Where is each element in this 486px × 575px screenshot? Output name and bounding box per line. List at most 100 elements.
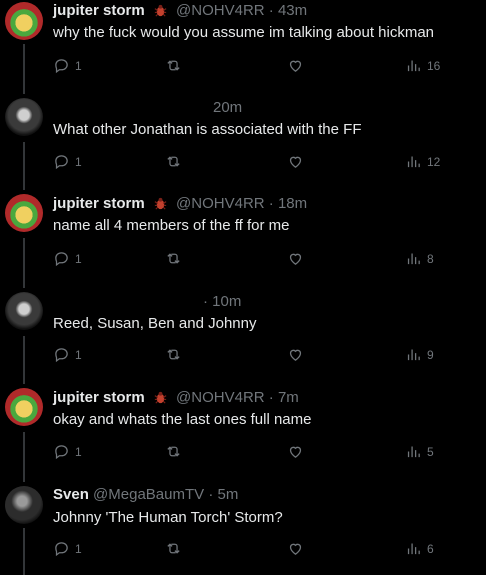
avatar[interactable] <box>5 2 43 40</box>
tweet-text: What other Jonathan is associated with t… <box>53 121 362 138</box>
retweet-icon <box>167 543 180 554</box>
display-name[interactable]: Sven <box>53 486 89 503</box>
views-button[interactable]: 9 <box>405 346 434 363</box>
retweet-icon <box>167 253 180 264</box>
reply-button[interactable]: 1 <box>53 346 82 363</box>
reply-button[interactable]: 1 <box>53 57 82 74</box>
reply-icon <box>55 155 68 170</box>
views-count: 12 <box>427 154 441 169</box>
reply-icon <box>55 542 68 557</box>
tweet-header: jupiter storm @NOHV4RR · 18m <box>53 195 307 216</box>
tweet-header: jupiter storm @NOHV4RR · 43m <box>53 2 307 23</box>
reply-button[interactable]: 1 <box>53 443 82 460</box>
action-bar: 1 12 <box>53 153 453 171</box>
separator-dot: · <box>203 293 208 310</box>
action-bar: 1 8 <box>53 250 453 268</box>
separator-dot: · <box>268 389 274 406</box>
reply-count: 1 <box>75 154 82 169</box>
reply-icon <box>55 252 68 267</box>
retweet-button[interactable] <box>165 443 182 460</box>
tweet-text: Reed, Susan, Ben and Johnny <box>53 315 257 332</box>
like-button[interactable] <box>287 443 304 460</box>
separator-dot: · <box>268 2 274 19</box>
reply-icon <box>55 348 68 363</box>
views-button[interactable]: 16 <box>405 57 440 74</box>
views-count: 16 <box>427 58 441 73</box>
views-count: 9 <box>427 347 434 362</box>
display-name[interactable]: jupiter storm <box>53 195 145 212</box>
retweet-icon <box>167 349 180 360</box>
avatar[interactable] <box>5 388 43 426</box>
handle[interactable]: @NOHV4RR <box>176 389 265 406</box>
separator-dot: · <box>208 486 214 503</box>
retweet-button[interactable] <box>165 153 182 170</box>
reply-count: 1 <box>75 251 82 266</box>
timestamp[interactable]: 20m <box>213 99 242 117</box>
handle[interactable]: @NOHV4RR <box>176 195 265 212</box>
views-button[interactable]: 6 <box>405 540 434 557</box>
display-name[interactable]: jupiter storm <box>53 2 145 19</box>
avatar[interactable] <box>5 292 43 330</box>
reply-icon <box>55 59 68 74</box>
bug-emoji-icon <box>153 3 168 23</box>
display-name[interactable]: jupiter storm <box>53 389 145 406</box>
avatar[interactable] <box>5 98 43 136</box>
retweet-button[interactable] <box>165 540 182 557</box>
tweet[interactable]: · 10m Reed, Susan, Ben and Johnny 1 9 <box>0 288 486 384</box>
views-chart-icon <box>407 543 420 555</box>
tweet[interactable]: 20m What other Jonathan is associated wi… <box>0 96 486 192</box>
views-button[interactable]: 8 <box>405 250 434 267</box>
reply-button[interactable]: 1 <box>53 250 82 267</box>
retweet-icon <box>167 446 180 457</box>
views-button[interactable]: 5 <box>405 443 434 460</box>
timestamp[interactable]: 43m <box>278 2 307 19</box>
tweet[interactable]: jupiter storm @NOHV4RR · 43m why the fuc… <box>0 0 486 96</box>
heart-icon <box>289 349 302 361</box>
reply-count: 1 <box>75 541 82 556</box>
heart-icon <box>289 156 302 168</box>
timestamp[interactable]: 10m <box>212 293 241 310</box>
views-chart-icon <box>407 349 420 361</box>
avatar[interactable] <box>5 194 43 232</box>
timestamp[interactable]: 18m <box>278 195 307 212</box>
avatar[interactable] <box>5 486 43 524</box>
views-chart-icon <box>407 446 420 458</box>
tweet[interactable]: jupiter storm @NOHV4RR · 18m name all 4 … <box>0 192 486 288</box>
bug-emoji-icon <box>153 196 168 216</box>
tweet-header: jupiter storm @NOHV4RR · 7m <box>53 389 299 410</box>
retweet-button[interactable] <box>165 57 182 74</box>
action-bar: 1 5 <box>53 443 453 461</box>
action-bar: 1 16 <box>53 57 453 75</box>
tweet[interactable]: jupiter storm @NOHV4RR · 7m okay and wha… <box>0 384 486 480</box>
reply-count: 1 <box>75 58 82 73</box>
views-chart-icon <box>407 253 420 265</box>
tweet-text: Johnny 'The Human Torch' Storm? <box>53 509 283 526</box>
tweet-header: Sven @MegaBaumTV · 5m <box>53 486 238 504</box>
heart-icon <box>289 60 302 72</box>
views-chart-icon <box>407 156 420 168</box>
views-button[interactable]: 12 <box>405 153 440 170</box>
bug-emoji-icon <box>153 390 168 410</box>
timestamp[interactable]: 5m <box>217 486 238 503</box>
reply-button[interactable]: 1 <box>53 153 82 170</box>
timestamp[interactable]: 7m <box>278 389 299 406</box>
like-button[interactable] <box>287 250 304 267</box>
like-button[interactable] <box>287 57 304 74</box>
action-bar: 1 9 <box>53 346 453 364</box>
reply-count: 1 <box>75 444 82 459</box>
handle[interactable]: @NOHV4RR <box>176 2 265 19</box>
tweet-text: why the fuck would you assume im talking… <box>53 24 435 41</box>
like-button[interactable] <box>287 346 304 363</box>
like-button[interactable] <box>287 540 304 557</box>
retweet-button[interactable] <box>165 250 182 267</box>
heart-icon <box>289 543 302 555</box>
reply-button[interactable]: 1 <box>53 540 82 557</box>
action-bar: 1 6 <box>53 540 453 558</box>
views-count: 8 <box>427 251 434 266</box>
timestamp-line: · 10m <box>203 293 241 311</box>
like-button[interactable] <box>287 153 304 170</box>
tweet[interactable]: Sven @MegaBaumTV · 5m Johnny 'The Human … <box>0 480 486 575</box>
handle[interactable]: @MegaBaumTV <box>93 486 204 503</box>
reply-icon <box>55 445 68 460</box>
retweet-button[interactable] <box>165 346 182 363</box>
